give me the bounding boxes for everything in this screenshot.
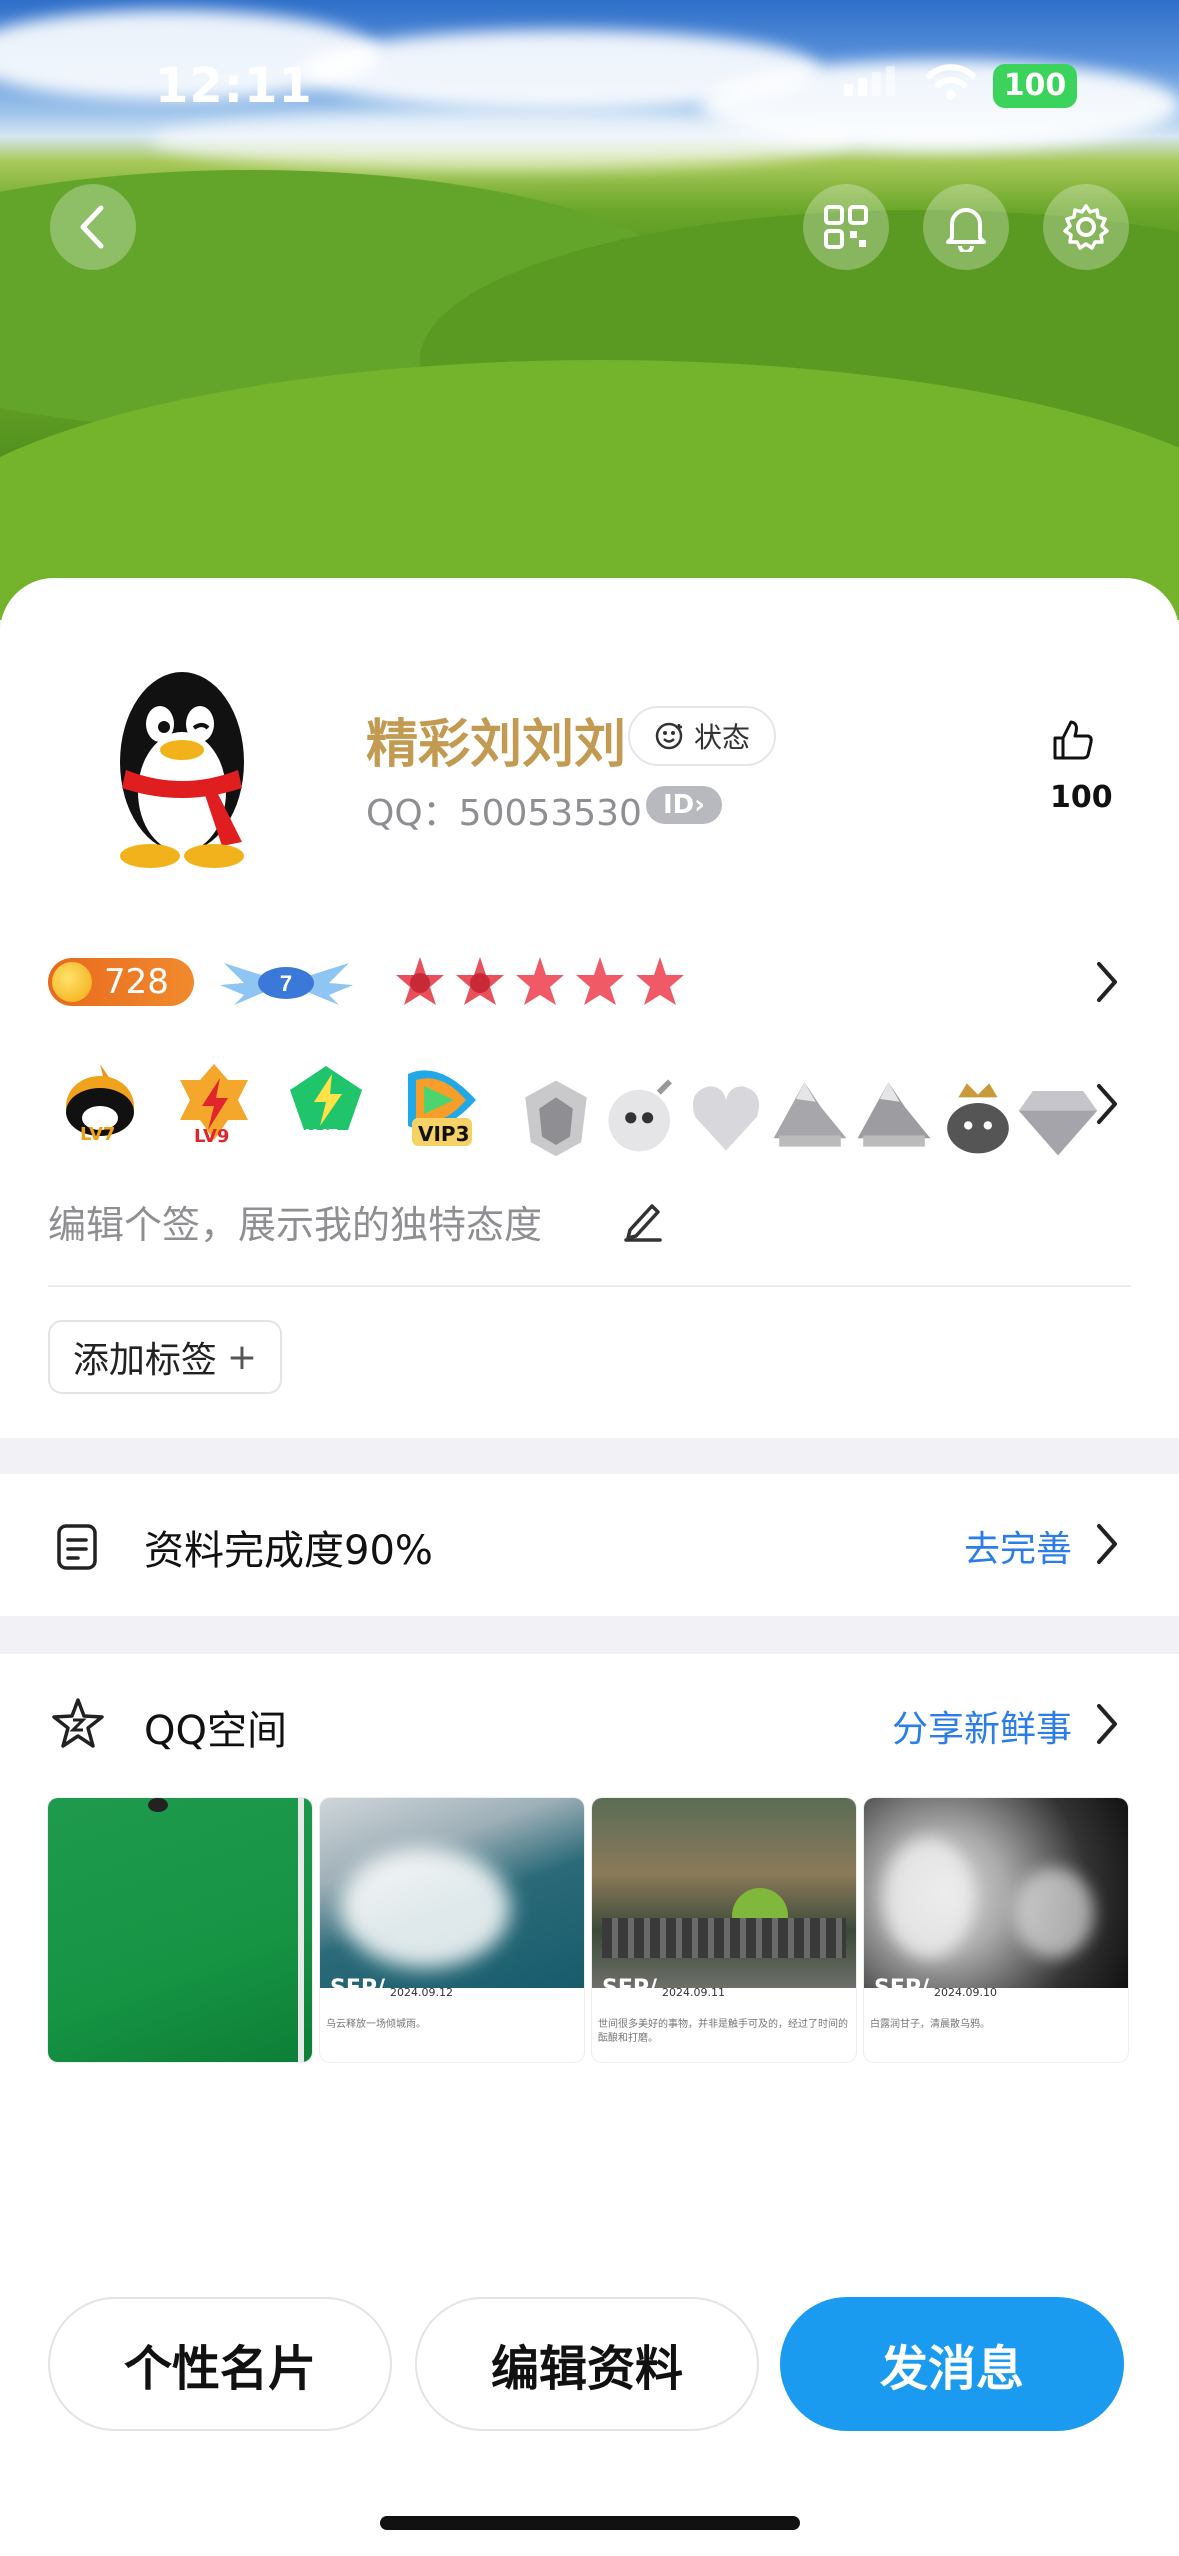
profile-name: 精彩刘刘刘 bbox=[366, 715, 627, 775]
badge-chevron-right-icon[interactable] bbox=[1094, 1082, 1120, 1126]
status-time: 12:11 bbox=[155, 58, 313, 114]
add-tag-label: 添加标签 bbox=[72, 1340, 217, 1381]
level-sun-icon bbox=[396, 957, 444, 1005]
chevron-right-icon bbox=[1097, 1524, 1117, 1564]
level-chevron-right-icon[interactable] bbox=[1094, 960, 1120, 1004]
level-star-icon bbox=[576, 957, 624, 1005]
svip-badge[interactable]: LV7 bbox=[58, 1060, 142, 1150]
id-badge[interactable]: ID › bbox=[646, 786, 722, 824]
level-star-icon bbox=[636, 957, 684, 1005]
badge-lv9-label: LV9 bbox=[194, 1126, 230, 1147]
chevron-right-icon: › bbox=[694, 790, 705, 820]
cellular-signal-icon bbox=[844, 66, 895, 96]
status-button[interactable]: 状态 bbox=[628, 706, 776, 766]
bell-icon bbox=[946, 208, 986, 252]
coin-badge[interactable]: 728 bbox=[48, 958, 194, 1006]
qzone-star-icon bbox=[52, 1698, 104, 1748]
settings-button[interactable] bbox=[1043, 184, 1129, 270]
wifi-icon bbox=[925, 62, 977, 106]
share-news-link[interactable]: 分享新鲜事 bbox=[892, 1700, 1072, 1752]
qzone-photo[interactable]: SEP/ 2024.09.11 世间很多美好的事物，并非是触手可及的，经过了时间… bbox=[592, 1798, 856, 2062]
home-indicator bbox=[380, 2516, 800, 2530]
notification-button[interactable] bbox=[923, 184, 1009, 270]
edit-profile-button[interactable]: 编辑资料 bbox=[415, 2297, 759, 2431]
divider bbox=[48, 1285, 1131, 1287]
qzone-title: QQ空间 bbox=[144, 1708, 287, 1754]
send-message-button[interactable]: 发消息 bbox=[780, 2297, 1124, 2431]
qzone-photo[interactable]: SEP/ 2024.09.12 乌云释放一场倾城雨。 bbox=[320, 1798, 584, 2062]
wing-level-number: 7 bbox=[280, 971, 292, 996]
status-smile-icon bbox=[655, 722, 683, 750]
photo-date: 2024.09.10 bbox=[934, 1986, 997, 1999]
document-icon bbox=[57, 1524, 97, 1570]
profile-completion-row[interactable]: 资料完成度90% 去完善 bbox=[0, 1474, 1179, 1616]
level-sun-icon bbox=[456, 957, 504, 1005]
badge-lv7-label: LV7 bbox=[80, 1124, 116, 1145]
thumbs-up-icon[interactable] bbox=[1051, 718, 1095, 766]
photo-sep: SEP/ bbox=[602, 1976, 658, 2001]
avatar[interactable] bbox=[92, 642, 272, 882]
gray-bomb-badge[interactable] bbox=[600, 1070, 684, 1160]
qzone-photo[interactable]: SEP/ 2024.09.10 白露润甘子，清晨散乌鸦。 bbox=[864, 1798, 1128, 2062]
status-label: 状态 bbox=[693, 721, 750, 754]
photo-caption: 乌云释放一场倾城雨。 bbox=[326, 2019, 426, 2030]
photo-caption: 白露润甘子，清晨散乌鸦。 bbox=[870, 2019, 990, 2030]
qr-code-button[interactable] bbox=[803, 184, 889, 270]
plus-icon: + bbox=[226, 1336, 258, 1378]
level-star-icon bbox=[516, 957, 564, 1005]
back-button[interactable] bbox=[50, 184, 136, 270]
speed-badge[interactable]: LV5 bbox=[284, 1060, 368, 1150]
badge-vip3-label: VIP3 bbox=[418, 1122, 470, 1146]
gear-icon bbox=[1063, 204, 1109, 250]
photo-caption: 世间很多美好的事物，并非是触手可及的，经过了时间的酝酿和打磨。 bbox=[598, 2019, 848, 2044]
photo-date: 2024.09.11 bbox=[662, 1986, 725, 1999]
gray-heart-badge[interactable] bbox=[684, 1072, 768, 1162]
battery-indicator: 100 bbox=[993, 64, 1077, 108]
chevron-left-icon bbox=[80, 205, 104, 249]
chevron-right-icon bbox=[1097, 1704, 1117, 1744]
photo-sep: SEP/ bbox=[330, 1976, 386, 2001]
photo-date: 2024.09.12 bbox=[390, 1986, 453, 1999]
gray-mountain-badge[interactable] bbox=[768, 1068, 852, 1158]
gray-peak-badge[interactable] bbox=[852, 1068, 936, 1158]
qr-code-icon bbox=[824, 205, 868, 249]
gray-shield-badge[interactable] bbox=[514, 1072, 598, 1162]
qzone-section: QQ空间 分享新鲜事 SEP/ 2024.09.12 乌云释放一场倾城雨。 SE… bbox=[0, 1654, 1179, 2254]
id-badge-label: ID bbox=[663, 790, 695, 820]
coin-count: 728 bbox=[104, 962, 169, 1002]
complete-profile-link[interactable]: 去完善 bbox=[964, 1520, 1072, 1572]
personal-card-button[interactable]: 个性名片 bbox=[48, 2297, 392, 2431]
vip-video-badge[interactable]: VIP3 bbox=[400, 1060, 484, 1150]
add-tag-button[interactable]: 添加标签 + bbox=[48, 1320, 282, 1394]
badge-lv5-label: LV5 bbox=[304, 1126, 340, 1147]
wing-level-badge[interactable]: 7 bbox=[214, 955, 359, 1011]
crown-face-badge[interactable] bbox=[936, 1072, 1020, 1162]
profile-completion-title: 资料完成度90% bbox=[144, 1528, 433, 1574]
pencil-icon[interactable] bbox=[622, 1198, 664, 1242]
like-count: 100 bbox=[1050, 780, 1113, 815]
qzone-photo[interactable] bbox=[48, 1798, 312, 2062]
signature-field[interactable]: 编辑个签，展示我的独特态度 bbox=[48, 1194, 542, 1249]
coin-icon bbox=[52, 962, 92, 1002]
diamond-badge[interactable] bbox=[1016, 1074, 1100, 1164]
lightning-badge[interactable]: LV9 bbox=[172, 1060, 256, 1150]
qq-number: QQ：50053530 bbox=[366, 793, 642, 834]
photo-sep: SEP/ bbox=[874, 1976, 930, 2001]
